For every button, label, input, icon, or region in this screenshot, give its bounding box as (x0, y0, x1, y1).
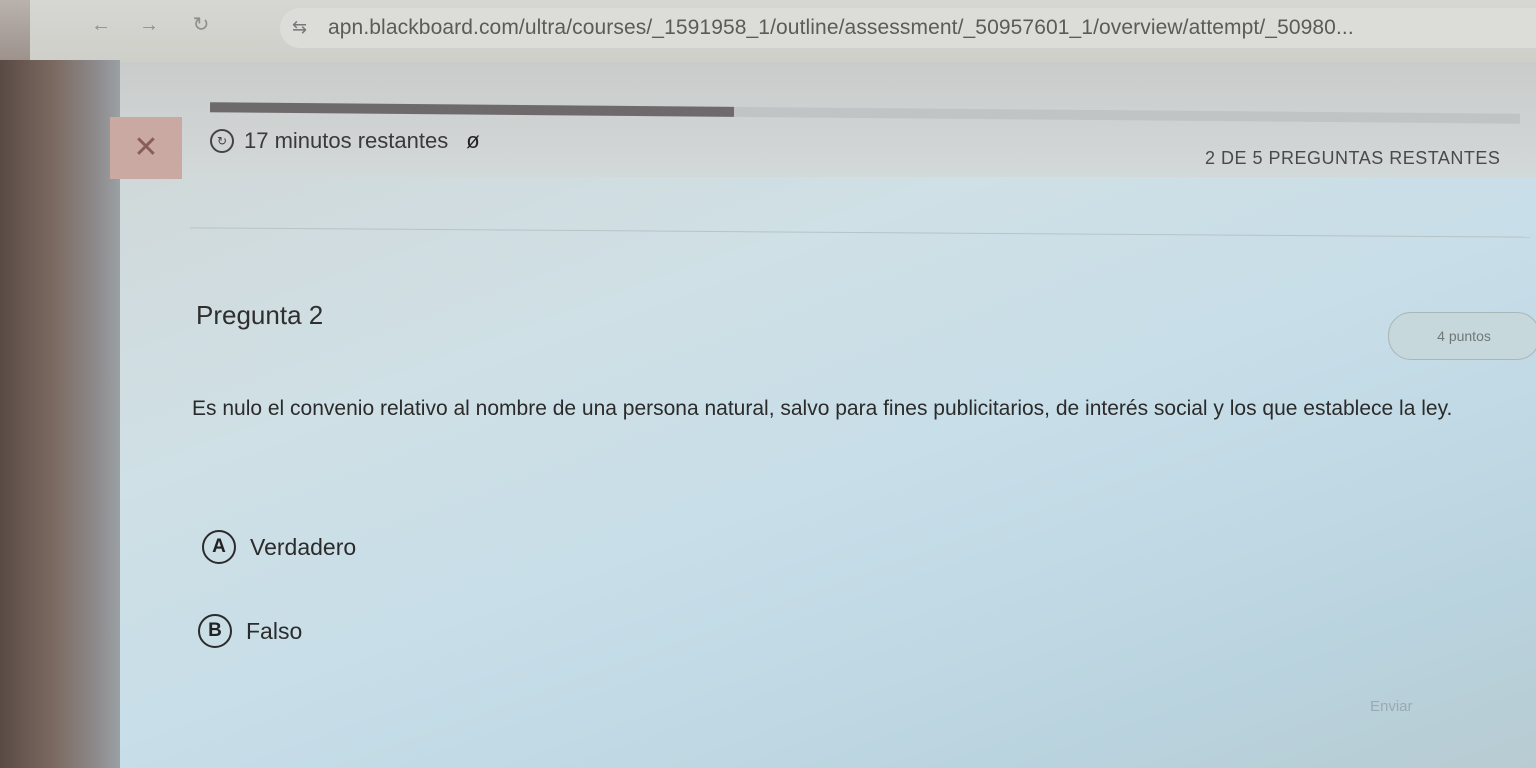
address-bar[interactable]: ⇆ apn.blackboard.com/ultra/courses/_1591… (280, 8, 1536, 48)
hide-timer-icon[interactable]: ø (466, 128, 479, 154)
screen-bezel-left (0, 60, 120, 768)
reload-icon[interactable]: ↻ (190, 14, 212, 36)
forward-arrow-icon[interactable]: → (138, 14, 160, 36)
answer-letter[interactable]: B (198, 614, 232, 648)
submit-button[interactable]: Enviar (1370, 698, 1413, 715)
clock-icon: ↻ (210, 129, 234, 153)
url-text[interactable]: apn.blackboard.com/ultra/courses/_159195… (328, 16, 1354, 40)
answer-label[interactable]: Verdadero (250, 534, 356, 561)
points-badge: 4 puntos (1388, 312, 1536, 360)
question-text: Es nulo el convenio relativo al nombre d… (192, 397, 1453, 420)
close-icon: ✕ (133, 131, 159, 164)
assessment-page: ✕ ↻ 17 minutos restantes ø 2 DE 5 PREGUN… (110, 62, 1536, 768)
answer-label[interactable]: Falso (246, 618, 302, 645)
divider (190, 227, 1530, 238)
answer-option-a[interactable]: A Verdadero (202, 530, 356, 564)
answer-option-b[interactable]: B Falso (198, 614, 302, 648)
back-arrow-icon[interactable]: ← (90, 14, 112, 36)
question-title: Pregunta 2 (196, 300, 324, 330)
close-button[interactable]: ✕ (110, 117, 182, 179)
browser-toolbar: ← → ↻ ⇆ apn.blackboard.com/ultra/courses… (30, 0, 1536, 62)
timer-text: 17 minutos restantes (244, 128, 449, 153)
questions-remaining: 2 DE 5 PREGUNTAS RESTANTES (1205, 148, 1501, 168)
answer-letter[interactable]: A (202, 530, 236, 564)
timer: ↻ 17 minutos restantes ø (210, 128, 480, 154)
site-settings-icon[interactable]: ⇆ (292, 17, 307, 38)
